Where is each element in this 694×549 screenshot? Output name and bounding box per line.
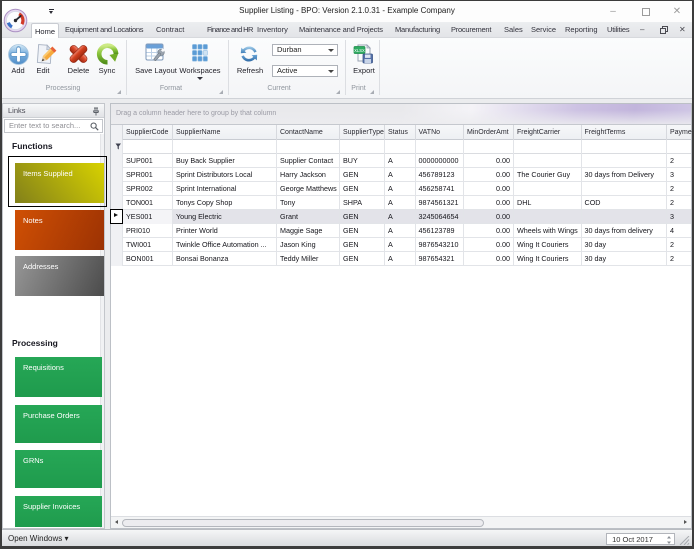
svg-text:XLSX: XLSX bbox=[354, 48, 365, 53]
